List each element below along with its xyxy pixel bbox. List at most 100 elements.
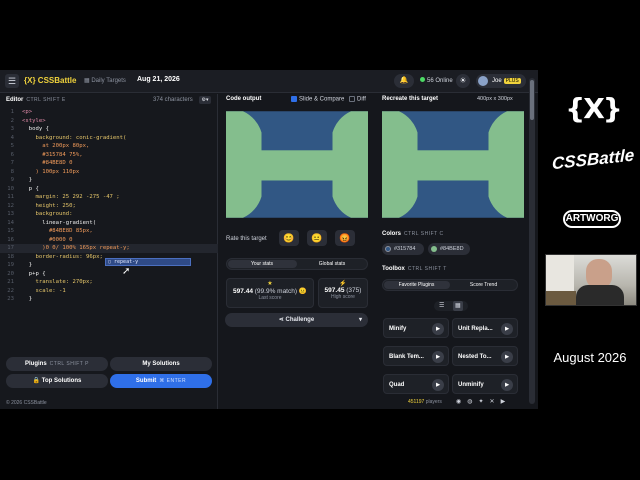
play-icon[interactable]: ▶ [501,379,513,391]
code-line[interactable]: 20 p+p { [0,270,218,279]
code-line[interactable]: 4 background: conic-gradient( [0,134,218,143]
diff-toggle[interactable]: Diff [349,96,366,103]
code-line[interactable]: 16 #0000 0 [0,236,218,245]
bluesky-icon[interactable]: ✦ [479,399,490,405]
editor-title: Editor [6,97,24,103]
code-line[interactable]: 13 background: [0,210,218,219]
tool-label: Minify [389,326,407,332]
target-size: 400px x 300px [477,96,513,102]
tool-minify[interactable]: Minify ▶ [383,318,449,338]
tab-your-stats[interactable]: Your stats [227,261,297,267]
code-line[interactable]: 21 translate: 270px; [0,278,218,287]
github-icon[interactable]: ◍ [467,399,478,405]
plugins-button[interactable]: Plugins CTRL SHIFT P [6,357,108,371]
submit-button[interactable]: Submit ⌘ ENTER [110,374,212,388]
code-line[interactable]: 8 ) 100px 110px [0,168,218,177]
code-line[interactable]: 10 p { [0,185,218,194]
settings-gear-icon[interactable]: ⚙▾ [199,96,211,104]
tool-unminify[interactable]: Unminify ▶ [452,374,518,394]
line-number: 15 [7,228,14,234]
list-view-icon[interactable]: ☰ [439,301,444,311]
checkbox-checked-icon[interactable] [291,96,297,102]
color-dot-icon [431,246,437,252]
code-line[interactable]: 11 margin: 25 292 -275 -47 ; [0,193,218,202]
plus-badge: PLUS [503,78,521,84]
play-icon[interactable]: ▶ [501,351,513,363]
tab-global-stats[interactable]: Global stats [297,261,367,267]
slide-compare-toggle[interactable]: Slide & Compare [291,96,344,103]
theme-toggle-icon[interactable]: ☀ [456,74,470,88]
play-icon[interactable]: ▶ [432,323,444,335]
code-line[interactable]: 23 } [0,295,218,304]
x-icon[interactable]: ✕ [490,399,501,405]
line-code: linear-gradient( [22,219,97,226]
tab-score-trend[interactable]: Score Trend [450,282,517,288]
daily-targets-link[interactable]: ▦ Daily Targets [84,77,126,84]
tool-quad[interactable]: Quad ▶ [383,374,449,394]
my-solutions-button[interactable]: My Solutions [110,357,212,371]
code-line[interactable]: 7 #84BE8D 0 [0,159,218,168]
line-number: 12 [7,202,14,209]
tool-label: Blank Tem... [389,354,424,360]
challenge-label: Challenge [285,317,315,323]
code-line[interactable]: 14 linear-gradient( [0,219,218,228]
top-solutions-button[interactable]: 🔒 Top Solutions [6,374,108,388]
color-swatch-green[interactable]: #84BE8D [428,243,470,255]
bell-icon[interactable]: 🔔 [394,74,414,88]
autocomplete-item[interactable]: repeat-y [114,259,138,265]
rate-target-label: Rate this target [226,236,267,242]
code-line[interactable]: 2 <style> [0,117,218,126]
code-line[interactable]: 15 #84BE8D 85px, [0,227,218,236]
play-icon[interactable]: ▶ [432,351,444,363]
app-title[interactable]: {X} CSSBattle [24,76,76,85]
code-line[interactable]: 12 height: 250; [0,202,218,211]
target-right-shape [488,111,524,218]
angry-face-icon[interactable]: 😡 [335,230,355,246]
line-code: translate: 270px; [22,279,93,285]
code-output-canvas[interactable] [226,111,368,218]
checkbox-unchecked-icon[interactable] [349,96,355,102]
tab-favorite-plugins[interactable]: Favorite Plugins [383,282,450,288]
diff-label: Diff [357,96,366,103]
scrollbar-thumb[interactable] [530,80,534,120]
tool-unit-replace[interactable]: Unit Repla... ▶ [452,318,518,338]
toolbox-shortcut: CTRL SHIFT T [407,266,447,272]
scrollbar[interactable] [529,78,535,404]
month-label: August 2026 [553,350,627,365]
code-editor[interactable]: 1 <p> 2 <style> 3 body {4 background: conic-… [0,108,218,314]
color-swatch-blue[interactable]: #315784 [382,243,424,255]
line-number: 3 [10,126,14,132]
menu-icon[interactable]: ☰ [5,74,19,88]
players-number: 451197 [408,399,425,405]
code-line[interactable]: 5 at 200px 80px, [0,142,218,151]
top-bar: ☰ {X} CSSBattle ▦ Daily Targets Aug 21, … [0,70,538,93]
code-line[interactable]: 9 } [0,176,218,185]
toolbox-label: Toolbox [382,266,405,272]
code-line[interactable]: 3 body { [0,125,218,134]
code-line[interactable]: 17 )0 0/ 100% 165px repeat-y; [0,244,218,253]
play-icon[interactable]: ▶ [432,379,444,391]
tool-nested-tool[interactable]: Nested To... ▶ [452,346,518,366]
line-number: 16 [7,236,14,243]
tool-blank-template[interactable]: Blank Tem... ▶ [383,346,449,366]
play-icon[interactable]: ▶ [501,323,513,335]
line-number: 13 [7,211,14,217]
copyright: © 2026 CSSBattle [6,400,47,406]
code-line[interactable]: 22 scale: -1 [0,287,218,296]
daily-targets-label: Daily Targets [91,78,126,84]
happy-face-icon[interactable]: 😊 [279,230,299,246]
toolbox-tabs: Favorite Plugins Score Trend [382,279,518,291]
challenge-button[interactable]: ⋖ Challenge ▾ [225,313,368,327]
autocomplete-popup[interactable]: ▢ repeat-y [105,258,191,266]
neutral-face-icon[interactable]: 😐 [307,230,327,246]
cssbattle-wordmark: CSSBattle [552,145,635,174]
line-number: 20 [7,270,14,277]
grid-view-icon[interactable]: ▦ [453,301,463,311]
user-menu[interactable]: Joe PLUS [476,74,526,88]
tool-label: Quad [389,382,405,388]
online-dot-icon [420,77,425,82]
discord-icon[interactable]: ◉ [456,399,467,405]
youtube-icon[interactable]: ▶ [501,399,512,405]
code-line[interactable]: 1 <p> [0,108,218,117]
code-line[interactable]: 6 #315784 75%, [0,151,218,160]
